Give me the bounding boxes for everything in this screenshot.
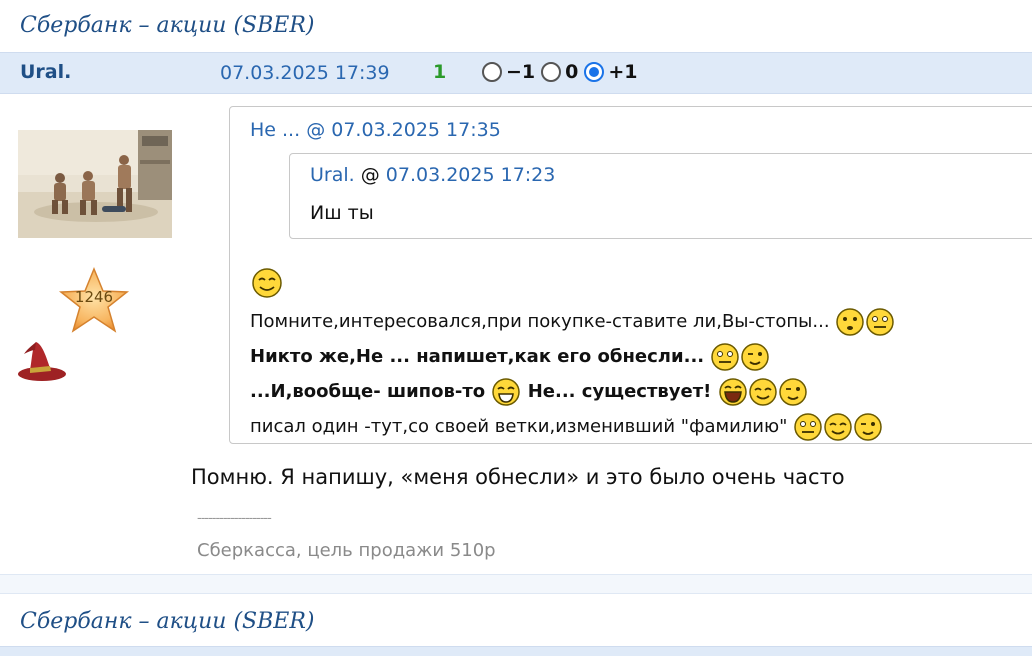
post-header: Ural. 07.03.2025 17:39 1 −1 0 +1 (0, 52, 1032, 94)
post-header-2 (0, 646, 1032, 656)
quote-block: Не ... @ 07.03.2025 17:35 Ural. @ 07.03.… (229, 106, 1032, 444)
user-signature: Сберкасса, цель продажи 510р (197, 540, 496, 561)
signature-separator: -------------------- (197, 511, 272, 526)
smiley-icon (711, 343, 740, 371)
user-avatar[interactable] (18, 130, 172, 238)
vote-group: −1 0 +1 (482, 61, 644, 83)
smiley-icon (836, 308, 865, 336)
smiley-icon (252, 268, 282, 298)
nested-quote-block: Ural. @ 07.03.2025 17:23 Иш ты (289, 153, 1032, 239)
quote-date-link[interactable]: 07.03.2025 17:35 (331, 119, 501, 141)
smiley-icon (824, 413, 852, 441)
vote-minus-label: −1 (506, 61, 536, 83)
nested-quote-date-link[interactable]: 07.03.2025 17:23 (386, 164, 556, 186)
vote-zero-radio[interactable] (541, 62, 562, 82)
nested-quote-header: Ural. @ 07.03.2025 17:23 (310, 164, 556, 186)
quote-line-1: Помните,интересовался,при покупке-ставит… (250, 307, 895, 337)
post-author-link[interactable]: Ural. (20, 61, 71, 83)
vote-plus-radio[interactable] (584, 62, 605, 82)
smiley-icon (718, 378, 747, 406)
smiley-icon (492, 378, 521, 406)
smiley-icon (854, 413, 882, 441)
smiley-icon (778, 378, 807, 406)
quote-line-3: ...И,вообще- шипов-то Не... существует! (250, 377, 808, 407)
nested-quote-author-link[interactable]: Ural. (310, 164, 355, 186)
topic-title-2[interactable]: Сбербанк – акции (SBER) (20, 596, 315, 646)
vote-zero-label: 0 (565, 61, 579, 83)
quote-author-link[interactable]: Не ... (250, 119, 300, 141)
user-rating-badge: 1246 (58, 266, 130, 336)
smiley-icon (866, 308, 895, 336)
user-rating-value: 1246 (74, 288, 114, 306)
post-divider (0, 574, 1032, 594)
smiley-icon (748, 378, 777, 406)
post-score: 1 (433, 61, 447, 83)
topic-title[interactable]: Сбербанк – акции (SBER) (20, 0, 315, 50)
smiley-icon (741, 343, 770, 371)
post-date-link[interactable]: 07.03.2025 17:39 (220, 62, 390, 84)
smiley-icon (794, 413, 822, 441)
quote-line-2: Никто же,Не ... напишет,как его обнесли.… (250, 342, 770, 372)
vote-minus-radio[interactable] (482, 62, 502, 82)
quote-header: Не ... @ 07.03.2025 17:35 (250, 119, 501, 141)
wizard-hat-icon (16, 338, 68, 386)
nested-quote-text: Иш ты (310, 202, 374, 224)
post-reply-text: Помню. Я напишу, «меня обнесли» и это бы… (191, 465, 845, 489)
vote-plus-label: +1 (608, 61, 638, 83)
quote-line-4: писал один -тут,со своей ветки,изменивши… (250, 412, 883, 442)
